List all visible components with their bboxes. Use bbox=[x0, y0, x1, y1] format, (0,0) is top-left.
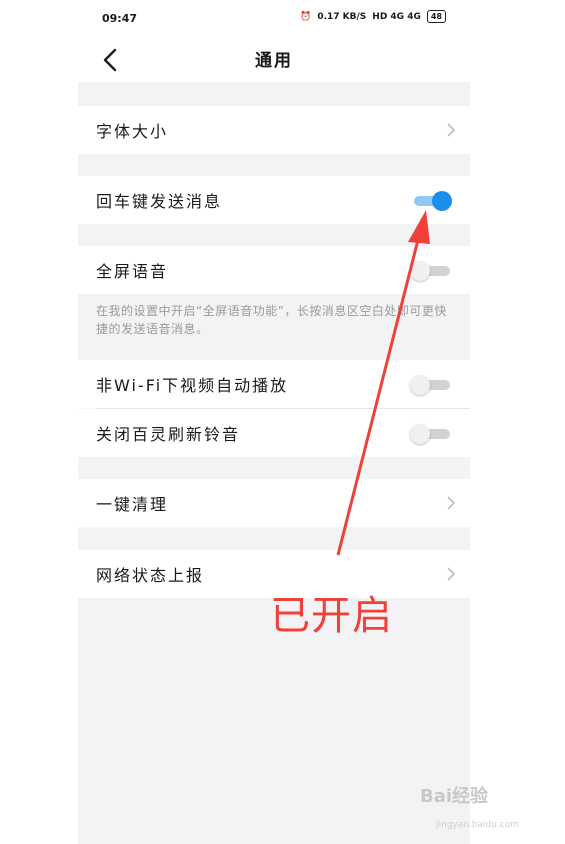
one-click-clean-label: 一键清理 bbox=[96, 495, 169, 514]
chevron-right-icon bbox=[447, 496, 456, 510]
watermark-url: jingyan.baidu.com bbox=[436, 820, 520, 830]
status-bar: 09:47 ⏰ 0.17 KB/S HD 4G 4G 48 bbox=[78, 0, 470, 38]
battery-icon: 48 bbox=[426, 10, 446, 23]
net-speed: 0.17 KB/S bbox=[317, 11, 367, 22]
network-report-label: 网络状态上报 bbox=[96, 566, 205, 585]
nav-bar: 通用 bbox=[78, 38, 470, 82]
annotation-label: 已开启 bbox=[270, 593, 393, 639]
chevron-right-icon bbox=[447, 123, 456, 137]
enter-send-label: 回车键发送消息 bbox=[96, 192, 223, 211]
close-ringtone-label: 关闭百灵刷新铃音 bbox=[96, 425, 241, 444]
signal-indicators: HD 4G 4G bbox=[372, 11, 421, 22]
watermark: Bai经验 bbox=[420, 786, 489, 807]
status-indicators: ⏰ 0.17 KB/S HD 4G 4G 48 bbox=[300, 10, 446, 23]
font-size-label: 字体大小 bbox=[96, 122, 169, 141]
setting-font-size[interactable]: 字体大小 bbox=[78, 106, 470, 154]
autoplay-video-label: 非Wi-Fi下视频自动播放 bbox=[96, 376, 289, 395]
fullscreen-voice-label: 全屏语音 bbox=[96, 262, 169, 281]
annotation-arrow bbox=[336, 210, 430, 556]
chevron-right-icon bbox=[447, 567, 456, 581]
status-time: 09:47 bbox=[102, 12, 138, 25]
page-title: 通用 bbox=[255, 51, 293, 71]
alarm-icon: ⏰ bbox=[300, 11, 312, 22]
